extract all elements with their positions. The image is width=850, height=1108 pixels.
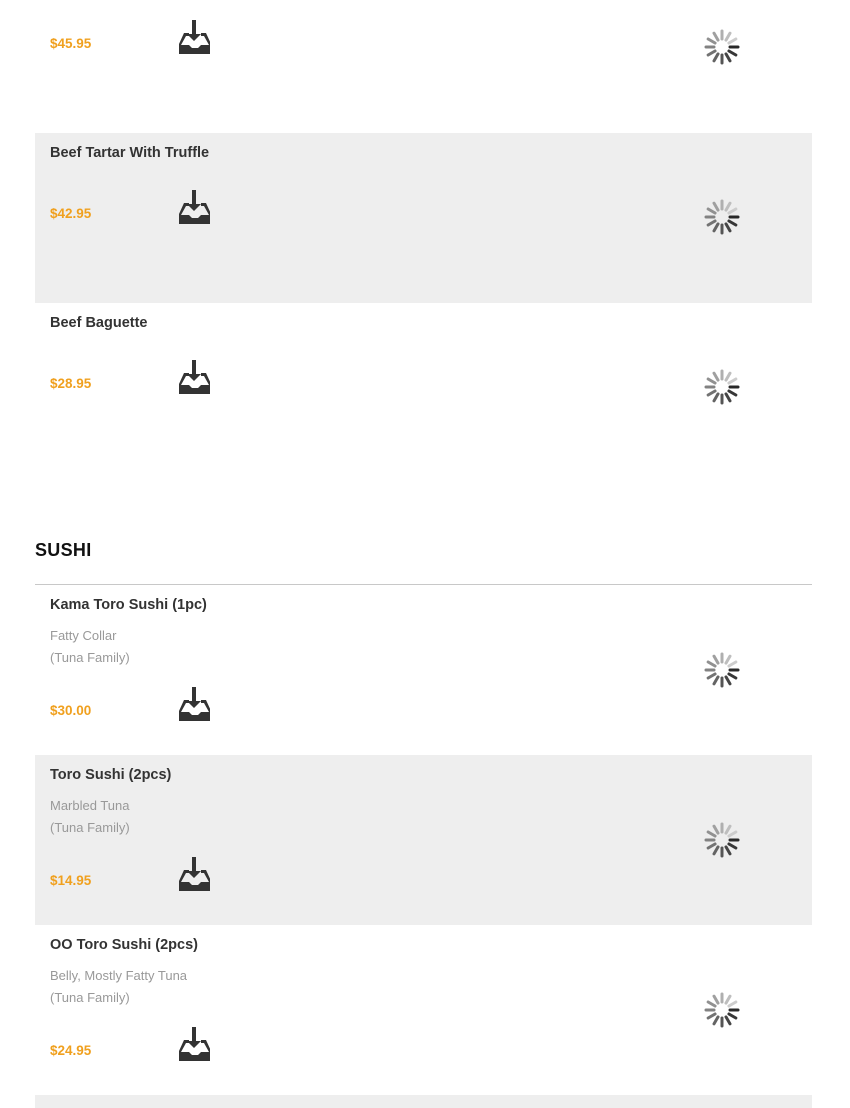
item-description: Belly, Mostly Fatty Tuna (Tuna Family) xyxy=(50,965,187,1009)
spinner-spoke xyxy=(712,845,720,856)
spinner-spoke xyxy=(724,675,732,686)
menu-item-partial xyxy=(35,1095,812,1108)
item-name: Beef Tartar With Truffle xyxy=(50,145,210,161)
add-to-cart-button[interactable] xyxy=(178,687,210,721)
menu-item: OO Toro Sushi (2pcs) Belly, Mostly Fatty… xyxy=(35,925,812,1095)
spinner-spoke xyxy=(712,371,720,382)
spinner-spoke xyxy=(727,830,738,838)
menu-item: Kama Toro Sushi (1pc) Fatty Collar (Tuna… xyxy=(35,585,812,755)
spinner-spoke xyxy=(712,222,720,233)
spinner-spoke xyxy=(712,654,720,665)
spinner-spoke xyxy=(706,1000,717,1008)
section-title: SUSHI xyxy=(35,540,92,560)
spinner-spoke xyxy=(727,660,738,668)
inbox-download-icon xyxy=(179,687,210,721)
loading-spinner-icon xyxy=(704,822,740,858)
spinner-spoke xyxy=(712,52,720,63)
add-to-cart-button[interactable] xyxy=(178,857,210,891)
loading-spinner-icon xyxy=(704,199,740,235)
loading-spinner-icon xyxy=(704,369,740,405)
spinner-spoke xyxy=(712,675,720,686)
inbox-download-icon xyxy=(179,360,210,394)
item-name: Kama Toro Sushi (1pc) xyxy=(50,597,207,613)
item-name: Toro Sushi (2pcs) xyxy=(50,767,172,783)
item-description-line: Marbled Tuna xyxy=(50,798,130,813)
item-description-line: (Tuna Family) xyxy=(50,650,130,665)
item-description: Marbled Tuna (Tuna Family) xyxy=(50,795,130,839)
spinner-spoke xyxy=(724,1015,732,1026)
inbox-download-icon xyxy=(179,1027,210,1061)
add-to-cart-button[interactable] xyxy=(178,360,210,394)
menu-item: $45.95 xyxy=(35,0,812,133)
spinner-spoke xyxy=(712,31,720,42)
spinner-spoke xyxy=(724,845,732,856)
item-name: OO Toro Sushi (2pcs) xyxy=(50,937,198,953)
spinner-spoke xyxy=(727,49,738,57)
spinner-spoke xyxy=(727,389,738,397)
spinner-spoke xyxy=(724,994,732,1005)
loading-spinner-icon xyxy=(704,29,740,65)
spinner-spoke xyxy=(706,830,717,838)
spinner-spoke xyxy=(706,37,717,45)
spinner-spoke xyxy=(706,660,717,668)
spinner-spoke xyxy=(712,994,720,1005)
spinner-spoke xyxy=(706,49,717,57)
menu-item: Beef Tartar With Truffle $42.95 xyxy=(35,133,812,303)
item-description-line: (Tuna Family) xyxy=(50,990,130,1005)
item-price: $28.95 xyxy=(50,376,92,391)
spinner-spoke xyxy=(712,392,720,403)
spinner-spoke xyxy=(724,392,732,403)
spinner-spoke xyxy=(724,31,732,42)
loading-spinner-icon xyxy=(704,652,740,688)
menu-item: Beef Baguette $28.95 xyxy=(35,303,812,473)
add-to-cart-button[interactable] xyxy=(178,1027,210,1061)
add-to-cart-button[interactable] xyxy=(178,190,210,224)
spinner-spoke xyxy=(706,389,717,397)
spinner-spoke xyxy=(727,37,738,45)
spinner-spoke xyxy=(706,219,717,227)
spinner-spoke xyxy=(706,672,717,680)
spinner-spoke xyxy=(724,201,732,212)
spinner-spoke xyxy=(727,842,738,850)
item-description: Fatty Collar (Tuna Family) xyxy=(50,625,130,669)
item-name: Beef Baguette xyxy=(50,315,148,331)
spinner-spoke xyxy=(727,672,738,680)
spinner-spoke xyxy=(706,842,717,850)
spinner-spoke xyxy=(724,824,732,835)
spinner-spoke xyxy=(727,1012,738,1020)
spinner-spoke xyxy=(727,219,738,227)
inbox-download-icon xyxy=(179,190,210,224)
add-to-cart-button[interactable] xyxy=(178,20,210,54)
item-price: $42.95 xyxy=(50,206,92,221)
menu-page: $45.95 Beef Tartar With Truffle $42.95 B… xyxy=(0,0,850,1108)
spinner-spoke xyxy=(724,654,732,665)
spinner-spoke xyxy=(712,824,720,835)
loading-spinner-icon xyxy=(704,992,740,1028)
spinner-spoke xyxy=(706,207,717,215)
menu-item: Toro Sushi (2pcs) Marbled Tuna (Tuna Fam… xyxy=(35,755,812,925)
item-price: $30.00 xyxy=(50,703,92,718)
spinner-spoke xyxy=(724,52,732,63)
spinner-spoke xyxy=(706,1012,717,1020)
item-price: $24.95 xyxy=(50,1043,92,1058)
spinner-spoke xyxy=(724,222,732,233)
item-description-line: Belly, Mostly Fatty Tuna xyxy=(50,968,188,983)
inbox-download-icon xyxy=(179,20,210,54)
spinner-spoke xyxy=(712,201,720,212)
spinner-spoke xyxy=(712,1015,720,1026)
spinner-spoke xyxy=(727,207,738,215)
item-price: $14.95 xyxy=(50,873,92,888)
item-price: $45.95 xyxy=(50,36,92,51)
item-description-line: (Tuna Family) xyxy=(50,820,130,835)
spinner-spoke xyxy=(706,377,717,385)
spinner-spoke xyxy=(727,377,738,385)
item-description-line: Fatty Collar xyxy=(50,628,117,643)
spinner-spoke xyxy=(727,1000,738,1008)
inbox-download-icon xyxy=(179,857,210,891)
spinner-spoke xyxy=(724,371,732,382)
